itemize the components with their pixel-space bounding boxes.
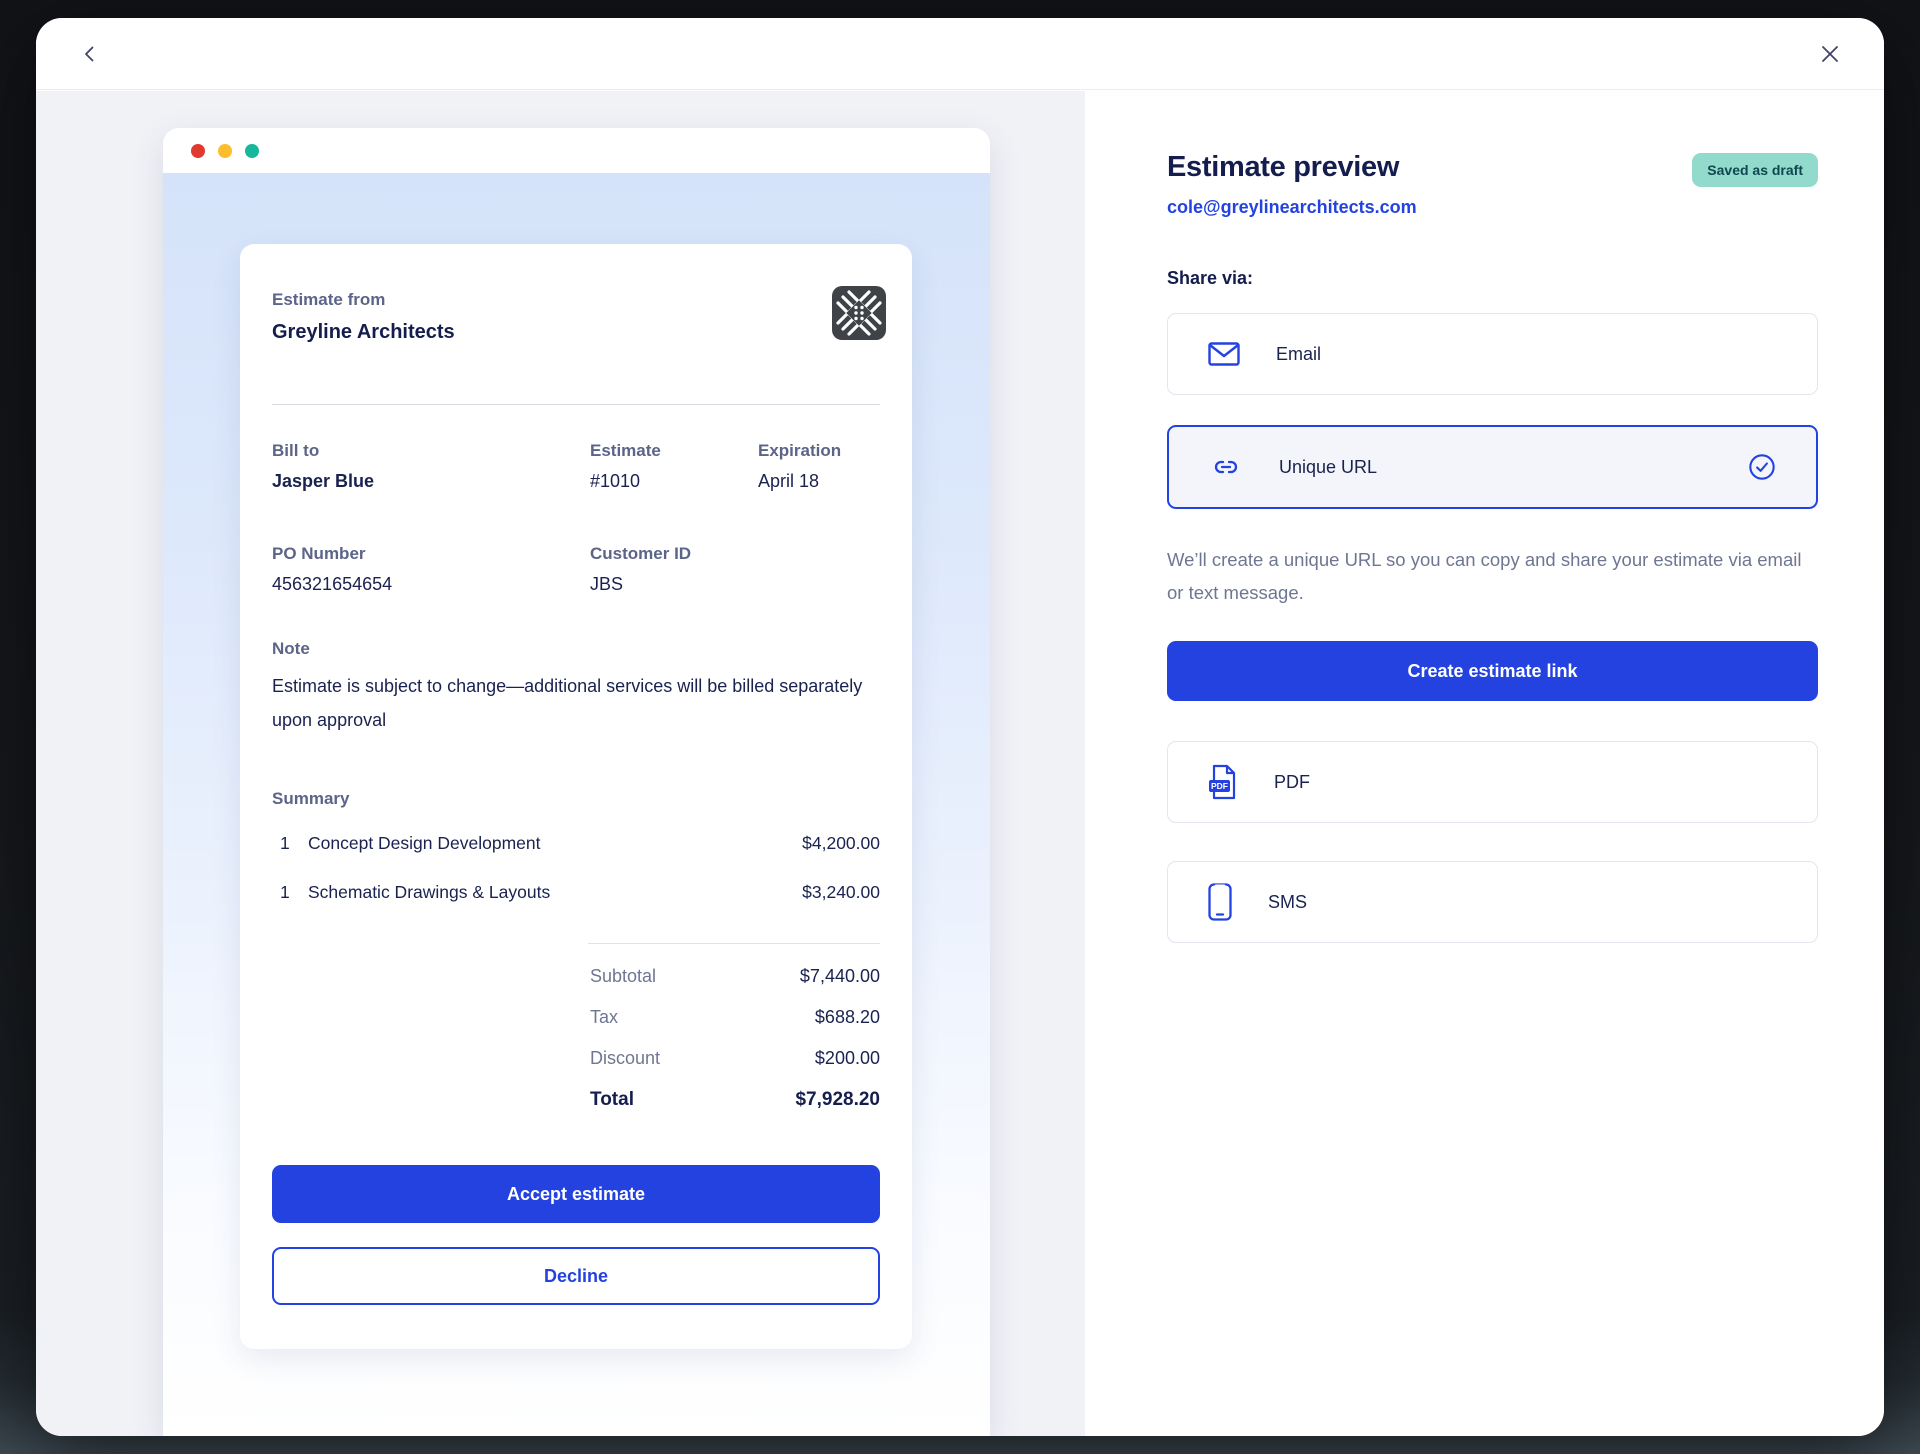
estimate-share-modal: Estimate from Greyline Architects <box>36 18 1884 1436</box>
billing-info-row: Bill to Jasper Blue Estimate #1010 Expir… <box>272 441 880 492</box>
subtotal-label: Subtotal <box>590 966 656 987</box>
bill-to-value: Jasper Blue <box>272 471 590 492</box>
note-text: Estimate is subject to change—additional… <box>272 669 880 737</box>
line-item-qty: 1 <box>272 882 308 903</box>
share-option-unique-url[interactable]: Unique URL <box>1167 425 1818 509</box>
smartphone-icon <box>1208 883 1232 921</box>
check-circle-icon <box>1748 453 1776 481</box>
share-via-label: Share via: <box>1167 268 1818 289</box>
browser-mockup: Estimate from Greyline Architects <box>163 128 990 1436</box>
estimate-preview-pane: Estimate from Greyline Architects <box>36 91 1085 1436</box>
totals-divider <box>588 943 880 944</box>
chevron-left-icon <box>81 45 99 63</box>
back-button[interactable] <box>72 36 108 72</box>
po-number-value: 456321654654 <box>272 574 590 595</box>
page-title: Estimate preview <box>1167 151 1399 184</box>
tax-value: $688.20 <box>815 1007 880 1028</box>
browser-body: Estimate from Greyline Architects <box>163 173 990 1436</box>
share-option-pdf[interactable]: PDF PDF <box>1167 741 1818 823</box>
line-item-name: Schematic Drawings & Layouts <box>308 882 550 903</box>
share-option-email[interactable]: Email <box>1167 313 1818 395</box>
total-label: Total <box>590 1089 634 1111</box>
subtotal-value: $7,440.00 <box>800 966 880 987</box>
line-item-name: Concept Design Development <box>308 833 541 854</box>
discount-value: $200.00 <box>815 1048 880 1069</box>
saved-as-draft-badge: Saved as draft <box>1692 153 1818 187</box>
customer-id-label: Customer ID <box>590 544 758 564</box>
link-icon <box>1209 455 1243 479</box>
tax-label: Tax <box>590 1007 618 1028</box>
browser-titlebar <box>163 128 990 173</box>
line-item-amount: $3,240.00 <box>802 882 880 903</box>
total-value: $7,928.20 <box>795 1089 880 1111</box>
traffic-light-yellow-icon <box>218 144 232 158</box>
unique-url-description: We’ll create a unique URL so you can cop… <box>1167 543 1818 609</box>
expiration-value: April 18 <box>758 471 880 492</box>
line-item: 1 Concept Design Development $4,200.00 <box>272 819 880 868</box>
subtotal-row: Subtotal $7,440.00 <box>272 956 880 997</box>
estimate-number-value: #1010 <box>590 471 758 492</box>
share-option-label: SMS <box>1268 892 1307 913</box>
line-item-amount: $4,200.00 <box>802 833 880 854</box>
note-label: Note <box>272 639 880 659</box>
po-info-row: PO Number 456321654654 Customer ID JBS <box>272 544 880 595</box>
close-icon <box>1820 44 1840 64</box>
modal-topbar <box>36 18 1884 90</box>
share-option-label: Email <box>1276 344 1321 365</box>
share-option-label: PDF <box>1274 772 1310 793</box>
share-panel: Estimate preview Saved as draft cole@gre… <box>1085 91 1884 1436</box>
traffic-light-red-icon <box>191 144 205 158</box>
sender-email-link[interactable]: cole@greylinearchitects.com <box>1167 197 1417 218</box>
card-divider <box>272 404 880 405</box>
customer-id-value: JBS <box>590 574 758 595</box>
share-option-label: Unique URL <box>1279 457 1377 478</box>
estimate-number-label: Estimate <box>590 441 758 461</box>
discount-row: Discount $200.00 <box>272 1038 880 1079</box>
company-name: Greyline Architects <box>272 321 880 344</box>
bill-to-label: Bill to <box>272 441 590 461</box>
line-item: 1 Schematic Drawings & Layouts $3,240.00 <box>272 868 880 917</box>
email-icon <box>1208 342 1240 366</box>
line-item-qty: 1 <box>272 833 308 854</box>
pdf-icon: PDF <box>1208 764 1238 800</box>
company-logo-icon <box>832 286 886 340</box>
create-estimate-link-button[interactable]: Create estimate link <box>1167 641 1818 701</box>
estimate-from-label: Estimate from <box>272 290 880 310</box>
traffic-light-green-icon <box>245 144 259 158</box>
share-option-sms[interactable]: SMS <box>1167 861 1818 943</box>
po-number-label: PO Number <box>272 544 590 564</box>
total-row: Total $7,928.20 <box>272 1079 880 1121</box>
tax-row: Tax $688.20 <box>272 997 880 1038</box>
close-button[interactable] <box>1812 36 1848 72</box>
summary-label: Summary <box>272 789 880 809</box>
svg-text:PDF: PDF <box>1211 781 1228 791</box>
accept-estimate-button[interactable]: Accept estimate <box>272 1165 880 1223</box>
estimate-card: Estimate from Greyline Architects <box>240 244 912 1349</box>
discount-label: Discount <box>590 1048 660 1069</box>
expiration-label: Expiration <box>758 441 880 461</box>
decline-button[interactable]: Decline <box>272 1247 880 1305</box>
